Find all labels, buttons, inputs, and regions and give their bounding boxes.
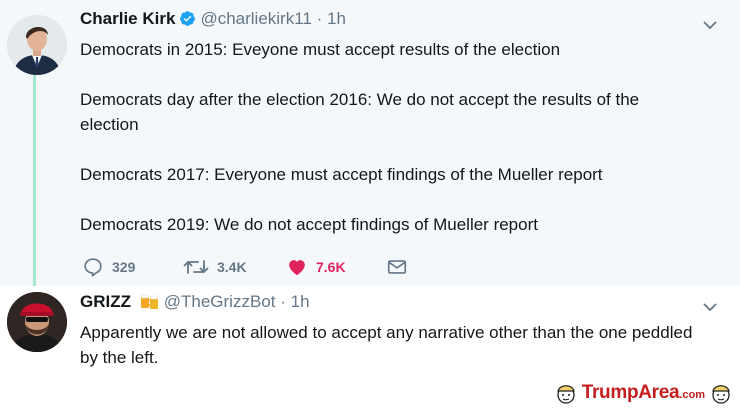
tweet-header: GRIZZ @TheGrizzBot · 1h <box>80 292 310 315</box>
author-name[interactable]: GRIZZ <box>80 292 131 311</box>
reply-icon <box>84 258 102 277</box>
author-handle[interactable]: @charliekirk11 <box>200 9 311 28</box>
avatar[interactable] <box>7 292 67 352</box>
tweet-header: Charlie Kirk @charliekirk11 · 1h <box>80 9 346 32</box>
watermark-logo-icon <box>556 385 575 404</box>
watermark-brand: TrumpArea <box>581 382 680 403</box>
retweet-icon <box>183 260 209 274</box>
chevron-down-icon[interactable] <box>701 298 719 316</box>
beer-mugs-emoji <box>139 292 161 315</box>
tweet-timestamp[interactable]: 1h <box>291 292 310 311</box>
site-watermark: TrumpArea.com <box>555 382 732 404</box>
tweet-timestamp[interactable]: 1h <box>327 9 346 28</box>
separator-dot: · <box>316 9 323 28</box>
retweet-button[interactable]: 3.4K <box>183 256 247 278</box>
chevron-down-icon[interactable] <box>701 16 719 34</box>
watermark-tld: .com <box>679 389 705 401</box>
tweet-text: Democrats in 2015: Eveyone must accept r… <box>80 37 700 237</box>
avatar-portrait-icon <box>7 292 67 352</box>
heart-icon <box>289 260 305 276</box>
tweet-paragraph: Democrats day after the election 2016: W… <box>80 90 640 134</box>
separator-dot: · <box>280 292 286 311</box>
tweet-charlie-kirk[interactable]: Charlie Kirk @charliekirk11 · 1h Democrat… <box>0 0 740 286</box>
reply-count: 329 <box>112 259 136 275</box>
thread-connector-line <box>33 74 36 286</box>
avatar-portrait-icon <box>7 15 67 75</box>
retweet-count: 3.4K <box>217 259 247 275</box>
tweet-paragraph: Democrats 2019: We do not accept finding… <box>80 215 538 234</box>
like-count: 7.6K <box>316 259 346 275</box>
direct-message-icon <box>387 260 407 274</box>
tweet-paragraph: Democrats in 2015: Eveyone must accept r… <box>80 40 561 59</box>
author-name[interactable]: Charlie Kirk <box>80 9 175 28</box>
direct-message-button[interactable] <box>386 256 408 278</box>
author-handle[interactable]: @TheGrizzBot <box>164 292 276 311</box>
avatar[interactable] <box>7 15 67 75</box>
verified-badge-icon <box>179 10 196 32</box>
watermark-logo-icon <box>712 385 730 404</box>
tweet-paragraph: Democrats 2017: Everyone must accept fin… <box>80 165 603 184</box>
reply-button[interactable]: 329 <box>82 256 135 278</box>
tweet-text: Apparently we are not allowed to accept … <box>80 323 693 367</box>
like-button[interactable]: 7.6K <box>286 256 346 278</box>
